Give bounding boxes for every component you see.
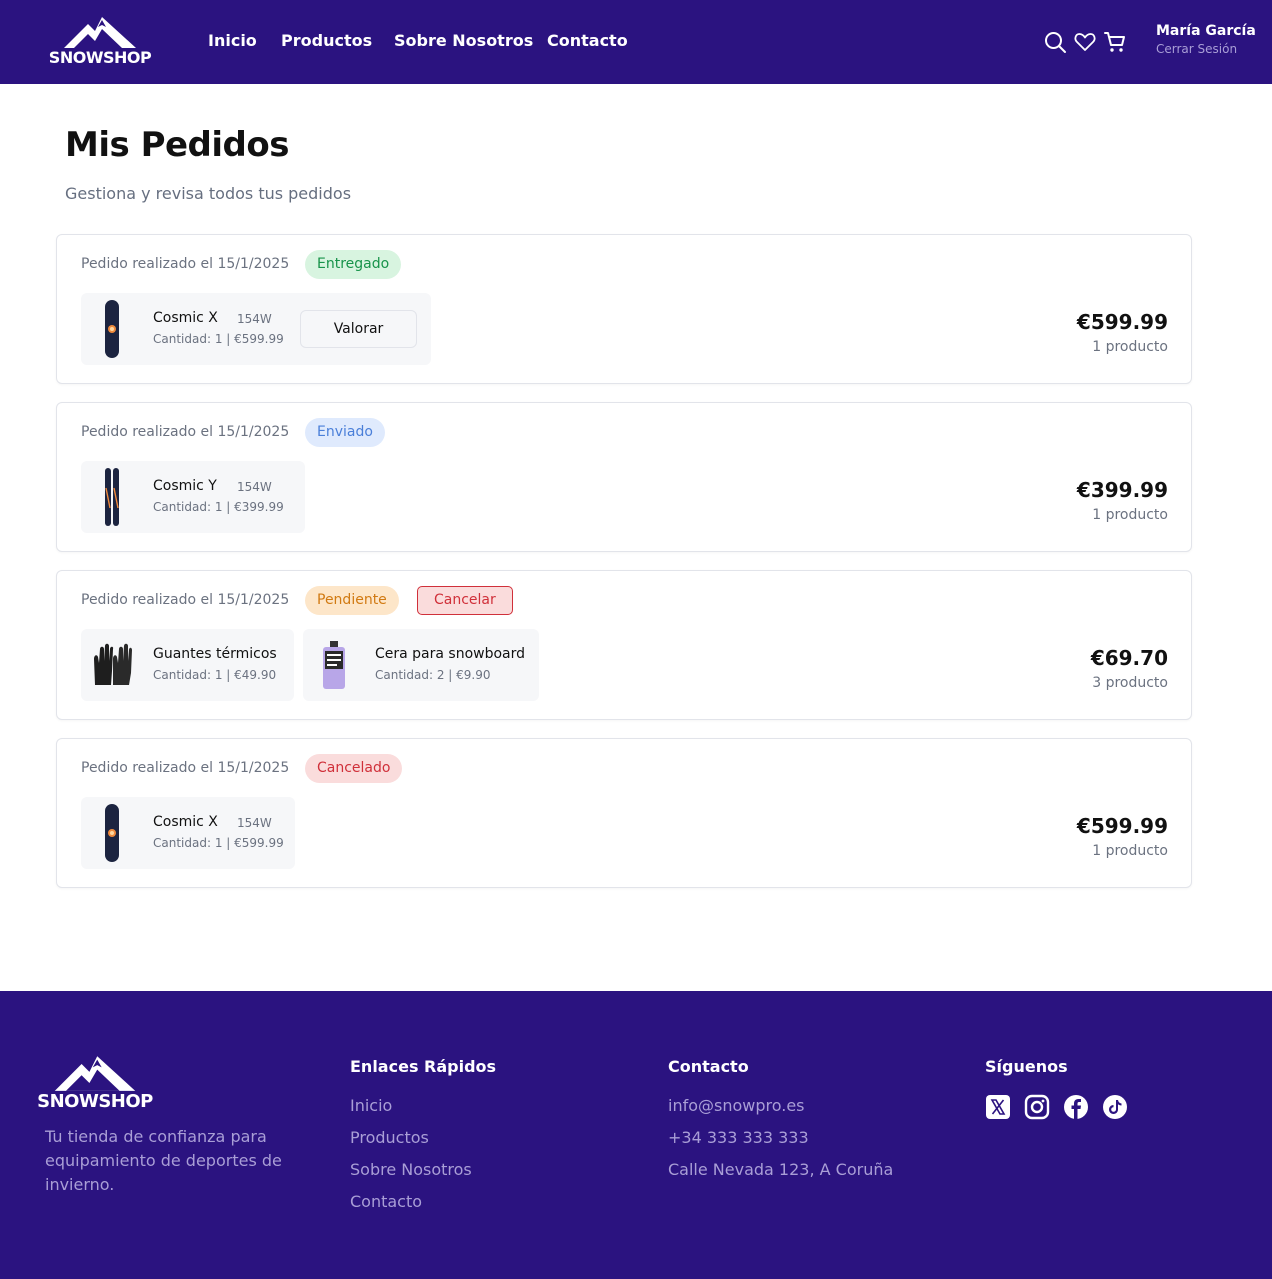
order-count: 1 producto (1092, 843, 1168, 859)
order-count: 1 producto (1092, 507, 1168, 523)
header-logo[interactable]: SNOWSHOP (49, 15, 152, 66)
footer-link-inicio[interactable]: Inicio (350, 1096, 496, 1128)
nav-productos[interactable]: Productos (281, 31, 372, 50)
item-name: Cera para snowboard (375, 646, 526, 662)
order-total: €599.99 (1076, 814, 1168, 838)
footer-link-productos[interactable]: Productos (350, 1128, 496, 1160)
snowboard-image (91, 801, 133, 865)
item-quantity: Cantidad: 1 | €399.99 (153, 500, 284, 514)
search-icon[interactable] (1043, 30, 1067, 54)
mountain-logo-icon (54, 1056, 136, 1091)
gloves-image (91, 633, 133, 697)
cart-icon[interactable] (1103, 30, 1127, 54)
status-badge: Enviado (305, 418, 385, 447)
item-quantity: Cantidad: 1 | €599.99 (153, 836, 284, 850)
order-date: Pedido realizado el 15/1/2025 (81, 256, 290, 272)
footer-logo[interactable]: SNOWSHOP (37, 1054, 153, 1111)
mountain-logo-icon (64, 17, 136, 48)
footer-heading: Síguenos (985, 1057, 1068, 1076)
order-card: Pedido realizado el 15/1/2025 Entregado … (56, 234, 1192, 384)
wax-bottle-image (313, 633, 355, 697)
order-date: Pedido realizado el 15/1/2025 (81, 760, 290, 776)
snowboard-image (91, 297, 133, 361)
order-card: Pedido realizado el 15/1/2025 Cancelado … (56, 738, 1192, 888)
order-count: 1 producto (1092, 339, 1168, 355)
footer-social: Síguenos (985, 1057, 1068, 1076)
user-menu: María García Cerrar Sesión (1156, 23, 1266, 56)
order-item: Cera para snowboard Cantidad: 2 | €9.90 (303, 629, 539, 701)
order-total: €399.99 (1076, 478, 1168, 502)
order-total: €69.70 (1090, 646, 1168, 670)
item-name: Guantes térmicos (153, 646, 277, 662)
item-size: 154W (237, 816, 272, 830)
item-quantity: Cantidad: 1 | €49.90 (153, 668, 277, 682)
item-quantity: Cantidad: 2 | €9.90 (375, 668, 491, 682)
footer-quick-links: Enlaces Rápidos Inicio Productos Sobre N… (350, 1057, 496, 1224)
nav-inicio[interactable]: Inicio (208, 31, 257, 50)
cancel-order-button[interactable]: Cancelar (417, 586, 513, 615)
footer-link-contacto[interactable]: Contacto (350, 1192, 496, 1224)
footer-tagline: Tu tienda de confianza para equipamiento… (45, 1127, 282, 1194)
user-name: María García (1156, 23, 1256, 39)
social-icons (985, 1094, 1128, 1120)
contact-address: Calle Nevada 123, A Coruña (668, 1160, 894, 1179)
footer-contact: Contacto info@snowpro.es +34 333 333 333… (668, 1057, 893, 1192)
instagram-icon[interactable] (1024, 1094, 1050, 1120)
footer-link-sobre-nosotros[interactable]: Sobre Nosotros (350, 1160, 496, 1192)
order-card: Pedido realizado el 15/1/2025 Enviado Co… (56, 402, 1192, 552)
site-footer: SNOWSHOP Tu tienda de confianza para equ… (0, 991, 1272, 1279)
nav-sobre-nosotros[interactable]: Sobre Nosotros (394, 31, 533, 50)
order-item: Guantes térmicos Cantidad: 1 | €49.90 (81, 629, 294, 701)
order-item: Cosmic X 154W Cantidad: 1 | €599.99 Valo… (81, 293, 431, 365)
site-header: SNOWSHOP Inicio Productos Sobre Nosotros… (0, 0, 1272, 84)
logout-link[interactable]: Cerrar Sesión (1156, 42, 1266, 56)
contact-phone[interactable]: +34 333 333 333 (668, 1128, 893, 1160)
order-total: €599.99 (1076, 310, 1168, 334)
item-name: Cosmic X (153, 814, 218, 830)
item-size: 154W (237, 480, 272, 494)
logo-wordmark: SNOWSHOP (48, 48, 152, 67)
item-name: Cosmic Y (153, 478, 217, 494)
tiktok-icon[interactable] (1102, 1094, 1128, 1120)
order-date: Pedido realizado el 15/1/2025 (81, 592, 290, 608)
facebook-icon[interactable] (1063, 1094, 1089, 1120)
order-item: Cosmic X 154W Cantidad: 1 | €599.99 (81, 797, 295, 869)
footer-heading: Enlaces Rápidos (350, 1057, 497, 1076)
contact-email[interactable]: info@snowpro.es (668, 1096, 893, 1128)
heart-icon[interactable] (1073, 30, 1097, 54)
skis-image (91, 465, 133, 529)
x-icon[interactable] (985, 1094, 1011, 1120)
order-card: Pedido realizado el 15/1/2025 Pendiente … (56, 570, 1192, 720)
status-badge: Cancelado (305, 754, 403, 783)
footer-heading: Contacto (668, 1057, 749, 1076)
logo-wordmark: SNOWSHOP (37, 1091, 153, 1112)
page-subtitle: Gestiona y revisa todos tus pedidos (65, 184, 352, 203)
order-item: Cosmic Y 154W Cantidad: 1 | €399.99 (81, 461, 305, 533)
status-badge: Entregado (305, 250, 402, 279)
status-badge: Pendiente (305, 586, 399, 615)
nav-contacto[interactable]: Contacto (547, 31, 628, 50)
item-size: 154W (237, 312, 272, 326)
order-date: Pedido realizado el 15/1/2025 (81, 424, 290, 440)
order-count: 3 producto (1092, 675, 1168, 691)
item-name: Cosmic X (153, 310, 218, 326)
item-quantity: Cantidad: 1 | €599.99 (153, 332, 284, 346)
rate-button[interactable]: Valorar (300, 310, 417, 348)
page-title: Mis Pedidos (65, 125, 289, 165)
